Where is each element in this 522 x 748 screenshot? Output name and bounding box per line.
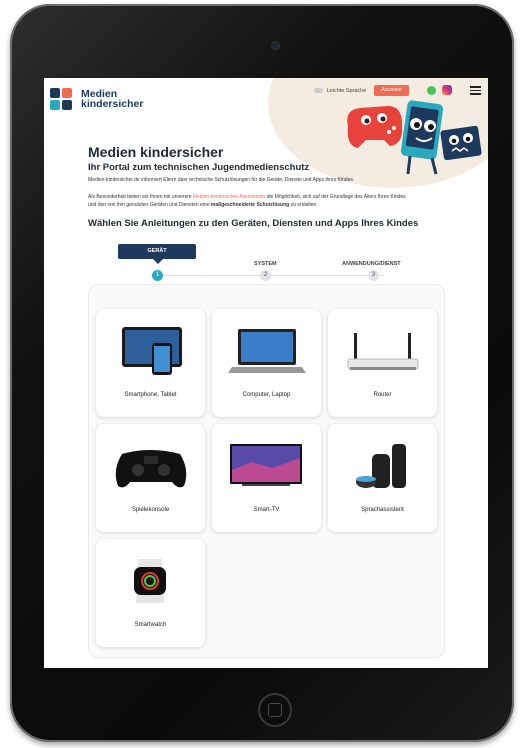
tv-icon <box>230 444 302 486</box>
step-1-number[interactable]: 1 <box>152 270 163 281</box>
device-label: Spielekonsole <box>131 507 170 513</box>
intro-bold-text: maßgeschneiderte Schutzlösung <box>210 202 290 208</box>
device-label: Smart-TV <box>253 507 280 513</box>
home-button[interactable] <box>258 693 292 727</box>
step-2-label: SYSTEM <box>254 261 277 267</box>
logo-line-2: kindersicher <box>81 98 144 110</box>
step-1-button[interactable]: GERÄT <box>118 244 196 259</box>
intro-description: Medien-kindersicher.de informiert Eltern… <box>88 177 355 183</box>
device-card-game-console[interactable]: Spielekonsole <box>96 424 205 532</box>
intro-text-a: Als Besonderheit bieten wir Ihnen mit un… <box>88 194 193 200</box>
smartwatch-icon <box>134 559 166 603</box>
easy-language-toggle[interactable]: Leichte Sprache <box>314 88 366 94</box>
device-label: Smartwatch <box>134 622 167 628</box>
device-label: Sprachassistent <box>361 507 404 513</box>
assistant-link[interactable]: Medien-kindersicher-Assistenten <box>193 194 266 200</box>
section-heading: Wählen Sie Anleitungen zu den Geräten, D… <box>88 218 419 229</box>
instagram-icon[interactable] <box>442 85 452 95</box>
device-label: Smartphone, Tablet <box>124 392 177 398</box>
intro-paragraph: Als Besonderheit bieten wir Ihnen mit un… <box>88 193 408 209</box>
page-subtitle: Ihr Portal zum technischen Jugendmediens… <box>88 162 310 173</box>
teal-tablet-character <box>400 100 444 175</box>
whatsapp-icon[interactable] <box>427 86 436 95</box>
step-2-number[interactable]: 2 <box>260 270 271 281</box>
step-pointer-icon <box>153 259 163 264</box>
device-card-router[interactable]: Router <box>328 309 437 417</box>
toggle-switch-icon <box>314 88 323 94</box>
laptop-icon <box>228 329 306 373</box>
step-3-label: ANWENDUNG/DIENST <box>342 261 401 267</box>
device-label: Router <box>373 392 392 398</box>
device-selection-panel: Smartphone, Tablet Computer, Laptop Rout… <box>88 284 445 658</box>
gamepad-icon <box>115 450 187 488</box>
device-card-computer-laptop[interactable]: Computer, Laptop <box>212 309 321 417</box>
site-logo[interactable]: Medien kindersicher <box>50 86 160 114</box>
step-3-number[interactable]: 3 <box>368 270 379 281</box>
assistant-button[interactable]: Assistent <box>374 85 409 96</box>
router-icon <box>347 333 419 370</box>
tablet-phone-icon <box>122 327 182 375</box>
device-card-smartwatch[interactable]: Smartwatch <box>96 539 205 647</box>
web-page: Medien kindersicher Leichte Sprache Assi… <box>44 78 488 668</box>
camera-icon <box>272 42 279 49</box>
hamburger-menu-icon[interactable] <box>470 86 481 95</box>
red-gamepad-character <box>347 106 403 148</box>
easy-language-label: Leichte Sprache <box>326 88 367 94</box>
device-card-voice-assistant[interactable]: Sprachassistent <box>328 424 437 532</box>
device-card-smartphone-tablet[interactable]: Smartphone, Tablet <box>96 309 205 417</box>
device-label: Computer, Laptop <box>242 392 291 398</box>
intro-text-c: zu erstellen. <box>289 202 318 208</box>
page-title: Medien kindersicher <box>88 144 224 160</box>
dark-screen-character <box>440 125 482 161</box>
device-card-smart-tv[interactable]: Smart-TV <box>212 424 321 532</box>
smart-speaker-icon <box>356 444 406 488</box>
mascot-characters-illustration <box>347 100 482 175</box>
